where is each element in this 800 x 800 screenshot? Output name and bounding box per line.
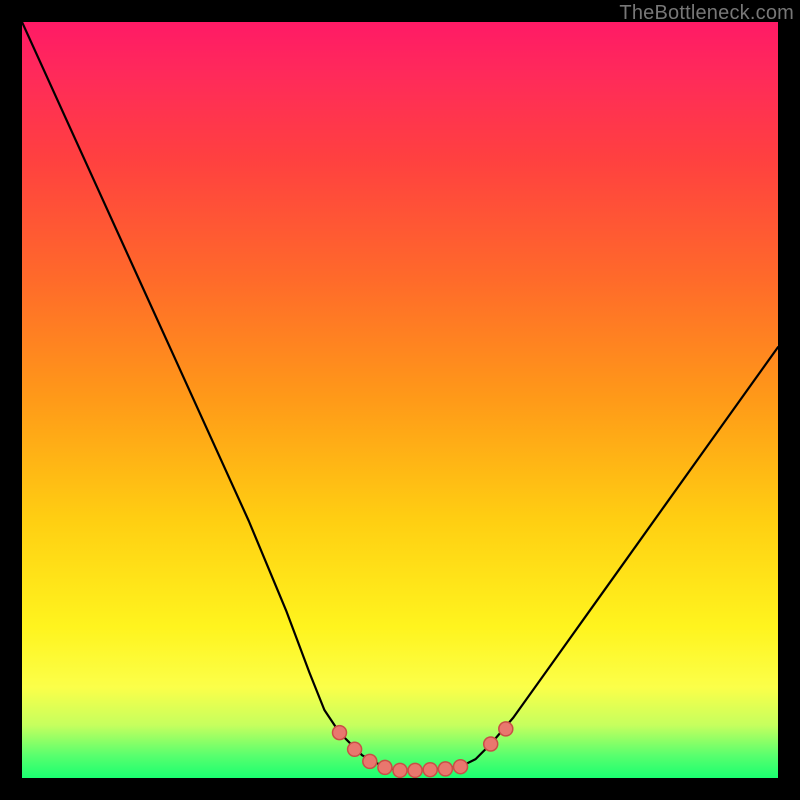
data-point-marker: [378, 760, 392, 774]
data-point-marker: [484, 737, 498, 751]
data-point-marker: [423, 763, 437, 777]
watermark-text: TheBottleneck.com: [619, 2, 794, 25]
data-point-marker: [363, 754, 377, 768]
data-point-marker: [333, 726, 347, 740]
plot-area: [22, 22, 778, 778]
bottleneck-curve: [22, 22, 778, 770]
chart-frame: TheBottleneck.com: [0, 0, 800, 800]
data-point-marker: [438, 762, 452, 776]
data-point-marker: [499, 722, 513, 736]
data-point-marker: [393, 763, 407, 777]
data-point-marker: [348, 742, 362, 756]
bottleneck-chart: [22, 22, 778, 778]
data-point-marker: [408, 763, 422, 777]
data-point-marker: [454, 760, 468, 774]
